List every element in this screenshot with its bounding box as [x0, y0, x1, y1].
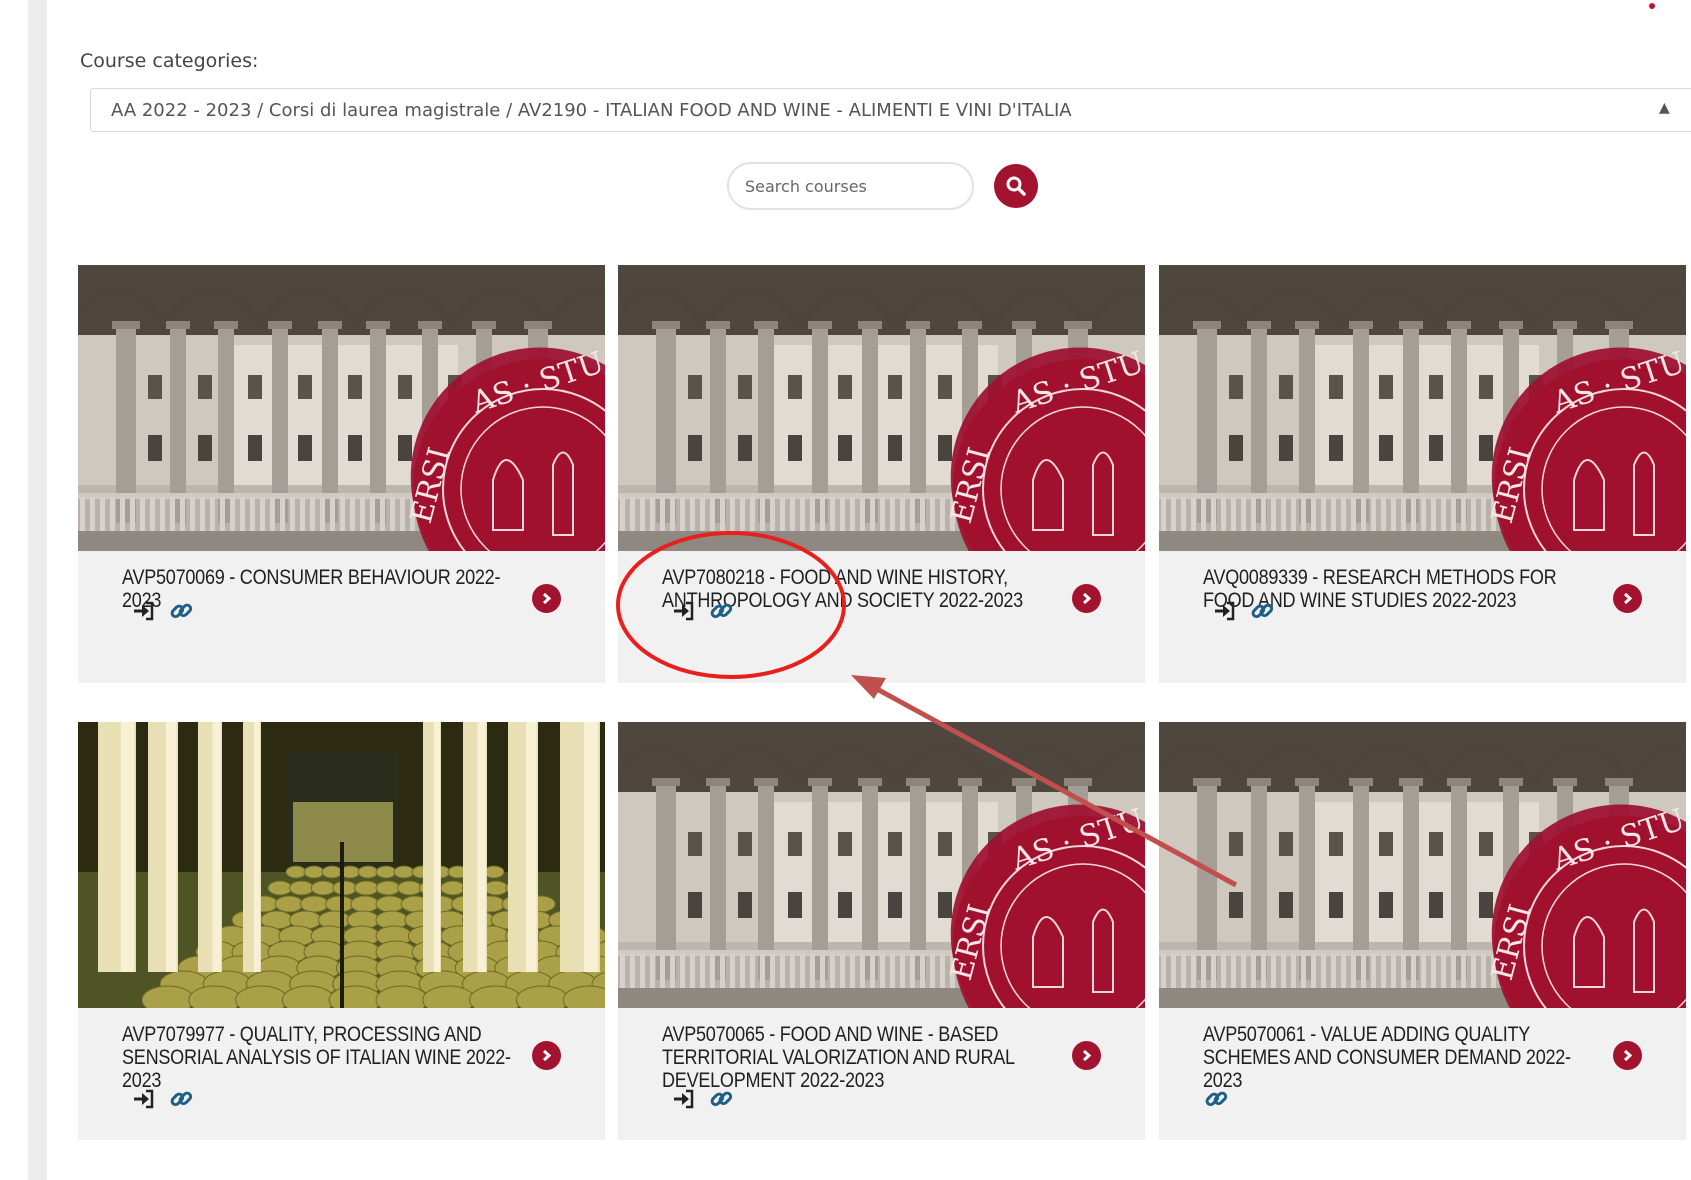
- chevron-right-icon: [1623, 592, 1633, 605]
- course-card-2[interactable]: AS · STU ERSI AVP7080218 - FOOD AND WINE…: [618, 265, 1145, 683]
- search-courses-input[interactable]: [727, 162, 974, 210]
- enrol-icon: [674, 601, 694, 621]
- course-open-button[interactable]: [1613, 1041, 1642, 1070]
- course-title-line: AVP5070065 - FOOD AND WINE - BASED: [662, 1023, 999, 1046]
- course-title-line: 2023: [1203, 1069, 1243, 1092]
- course-title-line: SCHEMES AND CONSUMER DEMAND 2022-: [1203, 1046, 1571, 1069]
- enrol-icon: [1215, 601, 1235, 621]
- course-title-line: AVQ0089339 - RESEARCH METHODS FOR: [1203, 566, 1557, 589]
- chevron-right-icon: [1082, 592, 1092, 605]
- chevron-right-icon: [542, 592, 552, 605]
- course-card-5[interactable]: AS · STU ERSI AVP5070065 - FOOD AND WINE…: [618, 722, 1145, 1140]
- left-sidebar-strip: [28, 0, 47, 1180]
- course-categories-label: Course categories:: [80, 50, 259, 72]
- course-card-6[interactable]: AS · STU ERSI AVP5070061 - VALUE ADDING …: [1159, 722, 1686, 1140]
- course-title-line: SENSORIAL ANALYSIS OF ITALIAN WINE 2022-: [122, 1046, 511, 1069]
- course-open-button[interactable]: [532, 584, 561, 613]
- course-card-3[interactable]: AS · STU ERSI AVQ0089339 - RESEARCH METH…: [1159, 265, 1686, 683]
- course-open-button[interactable]: [1072, 1041, 1101, 1070]
- course-title-line: AVP5070061 - VALUE ADDING QUALITY: [1203, 1023, 1531, 1046]
- enrol-icon: [674, 1089, 694, 1109]
- search-button[interactable]: [994, 164, 1038, 208]
- course-access-icons: [1211, 598, 1275, 624]
- guest-access-icon: [1205, 1091, 1228, 1107]
- course-image-wine-cellar: [78, 722, 605, 1008]
- course-title-line: AVP5070069 - CONSUMER BEHAVIOUR 2022-: [122, 566, 501, 589]
- guest-access-icon: [170, 603, 193, 619]
- guest-access-icon: [710, 603, 733, 619]
- course-image-courtyard: AS · STU ERSI: [78, 265, 605, 551]
- guest-access-icon: [170, 1091, 193, 1107]
- corner-mark-icon: [1649, 3, 1655, 9]
- course-image-courtyard: AS · STU ERSI: [618, 265, 1145, 551]
- chevron-right-icon: [1082, 1049, 1092, 1062]
- course-open-button[interactable]: [1072, 584, 1101, 613]
- course-open-button[interactable]: [532, 1041, 561, 1070]
- course-image-courtyard: AS · STU ERSI: [1159, 265, 1686, 551]
- search-icon: [1006, 176, 1026, 196]
- selected-category: AA 2022 - 2023 / Corsi di laurea magistr…: [111, 100, 1072, 121]
- guest-access-icon: [710, 1091, 733, 1107]
- course-open-button[interactable]: [1613, 584, 1642, 613]
- course-card-4[interactable]: AVP7079977 - QUALITY, PROCESSING AND SENS…: [78, 722, 605, 1140]
- course-card-1[interactable]: AS · STU ERSI AVP5070069 - CONSUMER BEHA…: [78, 265, 605, 683]
- enrol-icon: [134, 601, 154, 621]
- course-title-line: AVP7079977 - QUALITY, PROCESSING AND: [122, 1023, 482, 1046]
- course-image-courtyard: AS · STU ERSI: [1159, 722, 1686, 1008]
- chevron-right-icon: [1623, 1049, 1633, 1062]
- course-title[interactable]: AVP5070061 - VALUE ADDING QUALITY SCHEMES…: [1203, 1023, 1571, 1092]
- chevron-right-icon: [542, 1049, 552, 1062]
- course-title[interactable]: AVP5070065 - FOOD AND WINE - BASED TERRIT…: [662, 1023, 1015, 1092]
- course-title-line: AVP7080218 - FOOD AND WINE HISTORY,: [662, 566, 1008, 589]
- course-access-icons: [130, 1086, 194, 1112]
- guest-access-icon: [1251, 603, 1274, 619]
- course-access-icons: [130, 598, 194, 624]
- course-access-icons: [670, 598, 734, 624]
- enrol-icon: [134, 1089, 154, 1109]
- course-image-courtyard: AS · STU ERSI: [618, 722, 1145, 1008]
- course-access-icons: [670, 1086, 734, 1112]
- course-access-icons: [1203, 1086, 1229, 1112]
- select-arrows-icon: ▲︎: [1659, 100, 1670, 116]
- course-category-select[interactable]: AA 2022 - 2023 / Corsi di laurea magistr…: [90, 88, 1691, 132]
- course-title-line: TERRITORIAL VALORIZATION AND RURAL: [662, 1046, 1015, 1069]
- course-title[interactable]: AVP7079977 - QUALITY, PROCESSING AND SENS…: [122, 1023, 511, 1092]
